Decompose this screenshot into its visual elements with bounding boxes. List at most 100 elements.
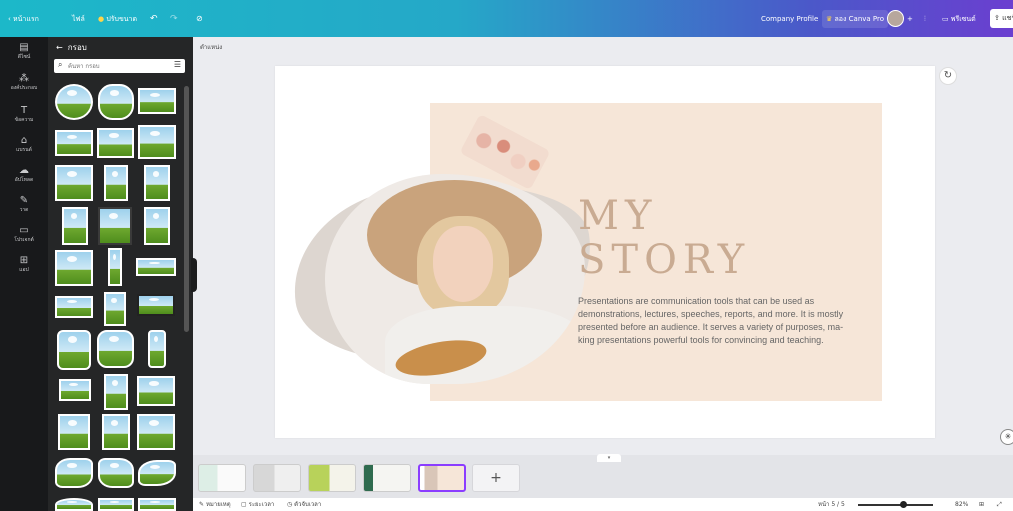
zoom-slider[interactable] — [858, 504, 933, 506]
rail-item-label: ข้อความ — [14, 117, 34, 123]
frame-grid-column[interactable] — [104, 292, 126, 326]
frame-landscape[interactable] — [97, 128, 134, 158]
refresh-icon[interactable]: ↻ — [939, 67, 957, 85]
add-page-button[interactable]: + — [472, 464, 520, 492]
frame-landscape[interactable] — [137, 376, 175, 406]
chevron-down-icon[interactable]: ▾ — [597, 454, 621, 462]
rail-item-elements[interactable]: ⁂ องค์ประกอบ — [0, 73, 48, 92]
notes-button[interactable]: ✎ หมายเหตุ — [199, 500, 231, 509]
filter-icon[interactable]: ☰ — [174, 60, 181, 69]
page-thumbnail-5[interactable] — [418, 464, 466, 492]
cloud-sync-icon[interactable]: ⊘ — [196, 10, 203, 28]
frame-triangle[interactable] — [98, 498, 134, 511]
undo-icon[interactable]: ↶ — [150, 10, 158, 28]
frame-square[interactable] — [138, 125, 176, 159]
frame-portrait[interactable] — [104, 374, 128, 410]
panel-header: ← กรอบ — [56, 41, 87, 55]
frame-grid[interactable] — [55, 296, 93, 318]
rail-item-label: แอป — [19, 267, 29, 273]
document-title[interactable]: Company Profile — [761, 10, 818, 28]
frame-torn-paper[interactable] — [138, 88, 176, 114]
frame-square[interactable] — [55, 165, 93, 201]
frame-rounded[interactable] — [97, 330, 134, 368]
rail-item-label: อัปโหลด — [14, 177, 34, 183]
frame-square[interactable] — [58, 414, 90, 450]
try-pro-button[interactable]: ♛ ลอง Canva Pro — [822, 10, 889, 28]
present-label: พรีเซนต์ — [950, 15, 976, 23]
analytics-icon[interactable]: ⫶ — [924, 10, 926, 28]
frame-portrait[interactable] — [144, 165, 170, 201]
timer-icon: ◷ — [287, 501, 293, 508]
magic-assistant-icon[interactable]: ✳ — [1000, 429, 1013, 445]
avatar[interactable] — [887, 10, 904, 27]
panel-scrollbar[interactable] — [184, 86, 189, 332]
slide-title-line-2: STORY — [578, 237, 751, 283]
share-button[interactable]: ⇪ แชร์ — [990, 9, 1013, 28]
slide-title[interactable]: MY STORY — [578, 194, 750, 282]
page-thumbnail-3[interactable] — [308, 464, 356, 492]
frame-portrait[interactable] — [62, 207, 88, 245]
panel-collapse-handle[interactable] — [191, 258, 197, 292]
folder-icon: ▭ — [19, 225, 29, 236]
rail-item-text[interactable]: T ข้อความ — [0, 105, 48, 124]
frame-brush[interactable] — [138, 460, 176, 486]
frame-rounded[interactable] — [57, 330, 91, 370]
frame-scalloped[interactable] — [98, 84, 134, 120]
frame-monitor[interactable] — [137, 294, 175, 316]
notes-label: หมายเหตุ — [205, 501, 231, 508]
frame-landscape[interactable] — [59, 379, 91, 401]
frame-grid-row[interactable] — [136, 258, 176, 276]
frame-square[interactable] — [137, 414, 175, 450]
frame-film[interactable] — [98, 207, 132, 245]
rail-item-projects[interactable]: ▭ โปรเจกต์ — [0, 225, 48, 244]
fullscreen-icon[interactable]: ⤢ — [997, 500, 1002, 509]
frame-phone[interactable] — [148, 330, 166, 368]
bottom-bar: ✎ หมายเหตุ ▢ ระยะเวลา ◷ ตัวจับเวลา หน้า … — [193, 498, 1013, 511]
redo-icon[interactable]: ↷ — [170, 10, 178, 28]
duration-label: ระยะเวลา — [248, 501, 275, 508]
present-button[interactable]: ▭ พรีเซนต์ — [942, 10, 976, 28]
slide-body-text[interactable]: Presentations are communication tools th… — [578, 295, 848, 347]
timer-button[interactable]: ◷ ตัวจับเวลา — [287, 500, 321, 509]
duration-button[interactable]: ▢ ระยะเวลา — [241, 500, 274, 509]
rail-item-label: องค์ประกอบ — [10, 85, 38, 91]
woman-photo[interactable] — [325, 174, 585, 384]
frame-portrait[interactable] — [144, 207, 170, 245]
try-pro-label: ลอง Canva Pro — [834, 15, 885, 23]
zoom-level[interactable]: 82% — [955, 500, 968, 509]
page-thumbnail-2[interactable] — [253, 464, 301, 492]
apps-icon: ⊞ — [19, 255, 29, 266]
frame-portrait[interactable] — [104, 165, 128, 201]
rail-item-apps[interactable]: ⊞ แอป — [0, 255, 48, 274]
elements-icon: ⁂ — [19, 73, 29, 84]
frame-triangle[interactable] — [138, 498, 176, 511]
frame-square[interactable] — [55, 250, 93, 286]
grid-view-icon[interactable]: ⊞ — [979, 500, 984, 509]
frame-landscape[interactable] — [55, 130, 93, 156]
zoom-slider-handle[interactable] — [900, 501, 907, 508]
search-input[interactable] — [68, 61, 168, 71]
rail-item-design[interactable]: ▤ ดีไซน์ — [0, 42, 48, 61]
page-thumbnail-1[interactable] — [198, 464, 246, 492]
frame-circle[interactable] — [55, 498, 93, 511]
back-arrow-icon[interactable]: ← — [56, 43, 63, 52]
page-thumbnail-4[interactable] — [363, 464, 411, 492]
slide-title-line-1: MY — [578, 193, 658, 239]
rail-item-label: วาด — [19, 207, 29, 213]
home-button[interactable]: ‹ หน้าแรก — [8, 10, 39, 28]
frame-circle[interactable] — [55, 84, 93, 120]
frame-portrait[interactable] — [102, 414, 130, 450]
rail-item-brand[interactable]: ⌂ แบรนด์ — [0, 135, 48, 154]
rail-item-draw[interactable]: ✎ วาด — [0, 195, 48, 214]
rail-item-uploads[interactable]: ☁ อัปโหลด — [0, 165, 48, 184]
resize-button[interactable]: ● ปรับขนาด — [98, 10, 137, 28]
file-menu[interactable]: ไฟล์ — [72, 10, 85, 28]
page-indicator[interactable]: หน้า 5 / 5 — [818, 500, 845, 509]
monitor-icon: ▭ — [942, 15, 949, 23]
frame-strip[interactable] — [108, 248, 122, 286]
frame-brush[interactable] — [55, 458, 93, 488]
slide-canvas[interactable]: MY STORY Presentations are communication… — [275, 66, 935, 438]
breadcrumb[interactable]: ตำแหน่ง — [200, 42, 222, 52]
add-collaborator-button[interactable]: + — [907, 10, 913, 28]
frame-brush[interactable] — [98, 458, 134, 488]
